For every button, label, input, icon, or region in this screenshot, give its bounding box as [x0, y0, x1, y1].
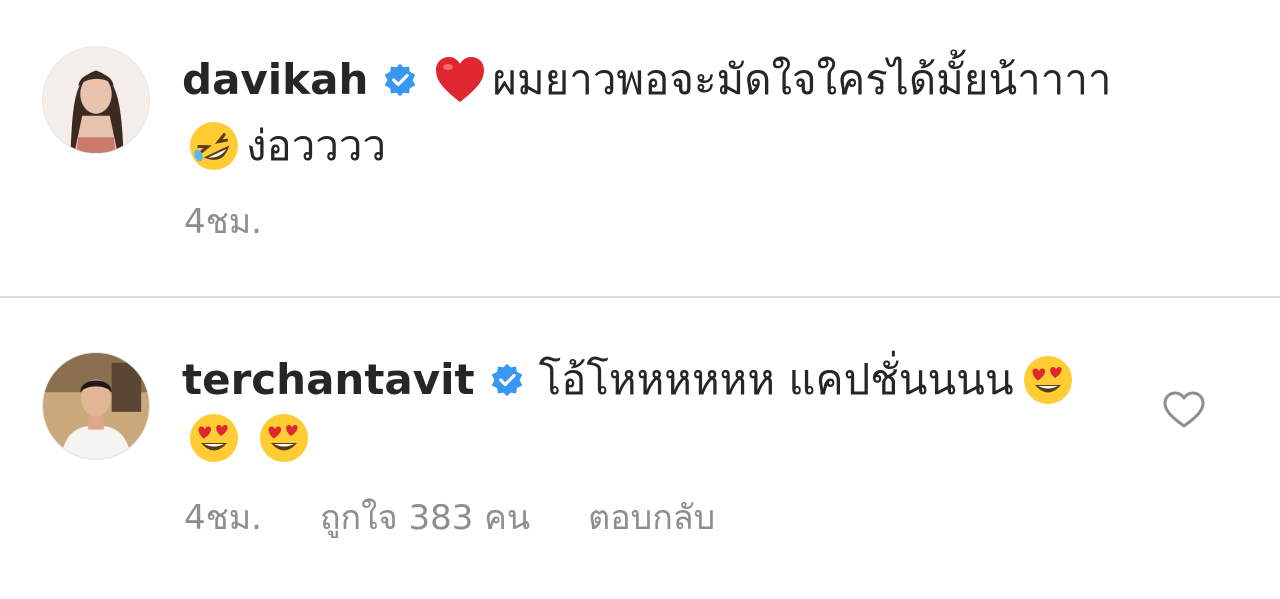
comment-text: ง่อวววว [246, 121, 387, 170]
red-heart-emoji-icon [432, 52, 488, 108]
timestamp[interactable]: 4ชม. [184, 202, 262, 242]
comment-line-2: ง่อวววว [186, 118, 386, 174]
reply-button[interactable]: ตอบกลับ [588, 498, 715, 538]
avatar-image [43, 353, 149, 459]
comment-item: davikah ผมยาวพอจะมัดใจใครได้มั้ยน้าาาา ง… [0, 0, 1280, 296]
avatar[interactable] [42, 46, 150, 154]
heart-eyes-emoji-icon [1020, 352, 1076, 408]
comment-text: ผมยาวพอจะมัดใจใครได้มั้ยน้าาาา [492, 55, 1112, 104]
heart-eyes-emoji-icon [256, 410, 312, 466]
timestamp[interactable]: 4ชม. [184, 498, 262, 538]
like-heart-icon[interactable] [1162, 390, 1206, 430]
comment-text: โอ้โหหหหหห แคปชั่นนนน [538, 355, 1014, 404]
avatar-image [43, 47, 149, 153]
comment-line-2 [186, 410, 316, 466]
username[interactable]: terchantavit [182, 352, 475, 408]
avatar[interactable] [42, 352, 150, 460]
verified-badge-icon [489, 362, 525, 398]
username[interactable]: davikah [182, 52, 368, 108]
comment-line-1: terchantavit โอ้โหหหหหห แคปชั่นนนน [182, 352, 1080, 408]
comment-line-1: davikah ผมยาวพอจะมัดใจใครได้มั้ยน้าาาา [182, 52, 1112, 108]
comment-meta: 4ชม. ถูกใจ 383 คน ตอบกลับ [184, 498, 773, 538]
comment-meta: 4ชม. [184, 202, 320, 242]
comment-item: terchantavit โอ้โหหหหหห แคปชั่นนนน 4ชม. … [0, 298, 1280, 599]
verified-badge-icon [382, 62, 418, 98]
rofl-emoji-icon [186, 118, 242, 174]
heart-eyes-emoji-icon [186, 410, 242, 466]
likes-count[interactable]: ถูกใจ 383 คน [320, 498, 530, 538]
